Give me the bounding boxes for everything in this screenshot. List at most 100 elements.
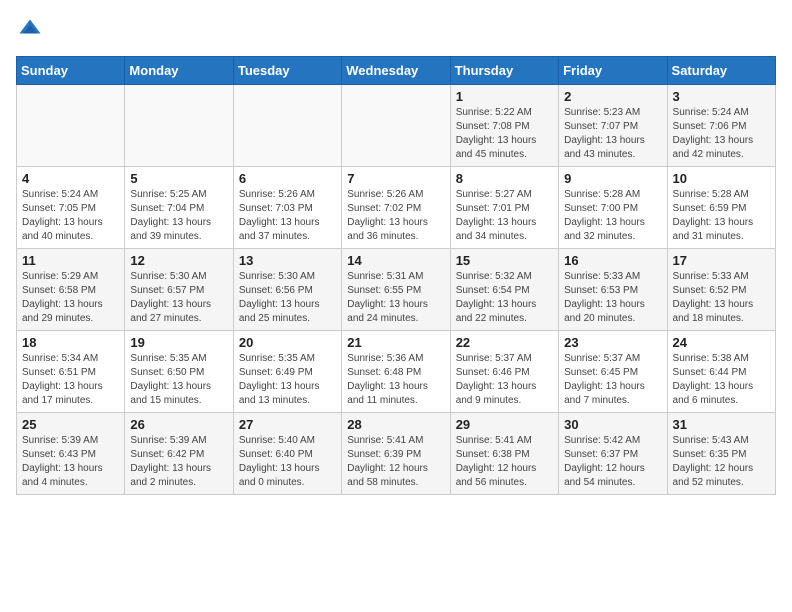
calendar-cell: 2 Sunrise: 5:23 AM Sunset: 7:07 PM Daylig… (559, 85, 667, 167)
day-info: Sunrise: 5:35 AM Sunset: 6:49 PM Dayligh… (239, 352, 336, 408)
calendar-cell: 24 Sunrise: 5:38 AM Sunset: 6:44 PM Dayli… (667, 331, 775, 413)
day-number: 10 (673, 171, 770, 186)
calendar-week-row: 1 Sunrise: 5:22 AM Sunset: 7:08 PM Daylig… (17, 85, 776, 167)
day-info: Sunrise: 5:28 AM Sunset: 7:00 PM Dayligh… (564, 188, 661, 244)
day-info: Sunrise: 5:22 AM Sunset: 7:08 PM Dayligh… (456, 106, 553, 162)
day-number: 28 (347, 417, 444, 432)
calendar-cell: 28Sunrise: 5:41 AM Sunset: 6:39 PM Dayli… (342, 413, 450, 495)
calendar-cell (17, 85, 125, 167)
day-info: Sunrise: 5:24 AM Sunset: 7:05 PM Dayligh… (22, 188, 119, 244)
calendar-cell: 21 Sunrise: 5:36 AM Sunset: 6:48 PM Dayli… (342, 331, 450, 413)
day-number: 26 (130, 417, 227, 432)
calendar-cell: 6 Sunrise: 5:26 AM Sunset: 7:03 PM Daylig… (233, 167, 341, 249)
day-number: 15 (456, 253, 553, 268)
day-number: 30 (564, 417, 661, 432)
day-info: Sunrise: 5:30 AM Sunset: 6:57 PM Dayligh… (130, 270, 227, 326)
calendar-cell: 1 Sunrise: 5:22 AM Sunset: 7:08 PM Daylig… (450, 85, 558, 167)
day-info: Sunrise: 5:36 AM Sunset: 6:48 PM Dayligh… (347, 352, 444, 408)
calendar-table: SundayMondayTuesdayWednesdayThursdayFrid… (16, 56, 776, 495)
day-number: 6 (239, 171, 336, 186)
calendar-cell: 17 Sunrise: 5:33 AM Sunset: 6:52 PM Dayli… (667, 249, 775, 331)
day-number: 24 (673, 335, 770, 350)
day-number: 8 (456, 171, 553, 186)
day-info: Sunrise: 5:32 AM Sunset: 6:54 PM Dayligh… (456, 270, 553, 326)
calendar-cell: 8 Sunrise: 5:27 AM Sunset: 7:01 PM Daylig… (450, 167, 558, 249)
calendar-cell: 19 Sunrise: 5:35 AM Sunset: 6:50 PM Dayli… (125, 331, 233, 413)
day-number: 27 (239, 417, 336, 432)
day-info: Sunrise: 5:29 AM Sunset: 6:58 PM Dayligh… (22, 270, 119, 326)
weekday-header-wednesday: Wednesday (342, 57, 450, 85)
day-number: 16 (564, 253, 661, 268)
day-info: Sunrise: 5:24 AM Sunset: 7:06 PM Dayligh… (673, 106, 770, 162)
calendar-cell: 11Sunrise: 5:29 AM Sunset: 6:58 PM Dayli… (17, 249, 125, 331)
day-info: Sunrise: 5:39 AM Sunset: 6:42 PM Dayligh… (130, 434, 227, 490)
calendar-cell: 4 Sunrise: 5:24 AM Sunset: 7:05 PM Daylig… (17, 167, 125, 249)
day-info: Sunrise: 5:38 AM Sunset: 6:44 PM Dayligh… (673, 352, 770, 408)
day-info: Sunrise: 5:35 AM Sunset: 6:50 PM Dayligh… (130, 352, 227, 408)
calendar-week-row: 18 Sunrise: 5:34 AM Sunset: 6:51 PM Dayli… (17, 331, 776, 413)
calendar-cell: 10 Sunrise: 5:28 AM Sunset: 6:59 PM Dayli… (667, 167, 775, 249)
day-number: 19 (130, 335, 227, 350)
weekday-header-thursday: Thursday (450, 57, 558, 85)
weekday-header-saturday: Saturday (667, 57, 775, 85)
day-info: Sunrise: 5:34 AM Sunset: 6:51 PM Dayligh… (22, 352, 119, 408)
logo-icon (16, 16, 44, 44)
calendar-week-row: 4 Sunrise: 5:24 AM Sunset: 7:05 PM Daylig… (17, 167, 776, 249)
day-number: 22 (456, 335, 553, 350)
day-info: Sunrise: 5:28 AM Sunset: 6:59 PM Dayligh… (673, 188, 770, 244)
day-number: 12 (130, 253, 227, 268)
weekday-header-sunday: Sunday (17, 57, 125, 85)
day-number: 18 (22, 335, 119, 350)
calendar-cell: 25Sunrise: 5:39 AM Sunset: 6:43 PM Dayli… (17, 413, 125, 495)
day-number: 2 (564, 89, 661, 104)
weekday-header-row: SundayMondayTuesdayWednesdayThursdayFrid… (17, 57, 776, 85)
calendar-cell: 9 Sunrise: 5:28 AM Sunset: 7:00 PM Daylig… (559, 167, 667, 249)
day-number: 31 (673, 417, 770, 432)
day-number: 7 (347, 171, 444, 186)
calendar-cell (233, 85, 341, 167)
calendar-week-row: 11Sunrise: 5:29 AM Sunset: 6:58 PM Dayli… (17, 249, 776, 331)
day-number: 17 (673, 253, 770, 268)
calendar-cell: 7 Sunrise: 5:26 AM Sunset: 7:02 PM Daylig… (342, 167, 450, 249)
calendar-cell: 18 Sunrise: 5:34 AM Sunset: 6:51 PM Dayli… (17, 331, 125, 413)
calendar-cell: 5Sunrise: 5:25 AM Sunset: 7:04 PM Daylig… (125, 167, 233, 249)
day-number: 20 (239, 335, 336, 350)
weekday-header-tuesday: Tuesday (233, 57, 341, 85)
calendar-cell: 13Sunrise: 5:30 AM Sunset: 6:56 PM Dayli… (233, 249, 341, 331)
day-number: 29 (456, 417, 553, 432)
calendar-cell (125, 85, 233, 167)
calendar-cell: 22Sunrise: 5:37 AM Sunset: 6:46 PM Dayli… (450, 331, 558, 413)
day-info: Sunrise: 5:33 AM Sunset: 6:53 PM Dayligh… (564, 270, 661, 326)
day-info: Sunrise: 5:23 AM Sunset: 7:07 PM Dayligh… (564, 106, 661, 162)
day-info: Sunrise: 5:37 AM Sunset: 6:45 PM Dayligh… (564, 352, 661, 408)
day-info: Sunrise: 5:26 AM Sunset: 7:02 PM Dayligh… (347, 188, 444, 244)
calendar-week-row: 25Sunrise: 5:39 AM Sunset: 6:43 PM Dayli… (17, 413, 776, 495)
calendar-cell: 12 Sunrise: 5:30 AM Sunset: 6:57 PM Dayli… (125, 249, 233, 331)
calendar-cell: 29 Sunrise: 5:41 AM Sunset: 6:38 PM Dayli… (450, 413, 558, 495)
day-number: 3 (673, 89, 770, 104)
calendar-cell (342, 85, 450, 167)
day-info: Sunrise: 5:26 AM Sunset: 7:03 PM Dayligh… (239, 188, 336, 244)
page-header (16, 16, 776, 44)
day-number: 9 (564, 171, 661, 186)
day-info: Sunrise: 5:30 AM Sunset: 6:56 PM Dayligh… (239, 270, 336, 326)
day-number: 14 (347, 253, 444, 268)
calendar-cell: 3 Sunrise: 5:24 AM Sunset: 7:06 PM Daylig… (667, 85, 775, 167)
calendar-cell: 15 Sunrise: 5:32 AM Sunset: 6:54 PM Dayli… (450, 249, 558, 331)
day-number: 21 (347, 335, 444, 350)
calendar-cell: 26 Sunrise: 5:39 AM Sunset: 6:42 PM Dayli… (125, 413, 233, 495)
day-number: 23 (564, 335, 661, 350)
calendar-cell: 31 Sunrise: 5:43 AM Sunset: 6:35 PM Dayli… (667, 413, 775, 495)
calendar-cell: 23 Sunrise: 5:37 AM Sunset: 6:45 PM Dayli… (559, 331, 667, 413)
calendar-cell: 30Sunrise: 5:42 AM Sunset: 6:37 PM Dayli… (559, 413, 667, 495)
day-info: Sunrise: 5:40 AM Sunset: 6:40 PM Dayligh… (239, 434, 336, 490)
weekday-header-monday: Monday (125, 57, 233, 85)
day-info: Sunrise: 5:41 AM Sunset: 6:38 PM Dayligh… (456, 434, 553, 490)
day-number: 1 (456, 89, 553, 104)
day-info: Sunrise: 5:33 AM Sunset: 6:52 PM Dayligh… (673, 270, 770, 326)
day-number: 4 (22, 171, 119, 186)
day-info: Sunrise: 5:39 AM Sunset: 6:43 PM Dayligh… (22, 434, 119, 490)
day-info: Sunrise: 5:27 AM Sunset: 7:01 PM Dayligh… (456, 188, 553, 244)
day-info: Sunrise: 5:43 AM Sunset: 6:35 PM Dayligh… (673, 434, 770, 490)
day-number: 5 (130, 171, 227, 186)
